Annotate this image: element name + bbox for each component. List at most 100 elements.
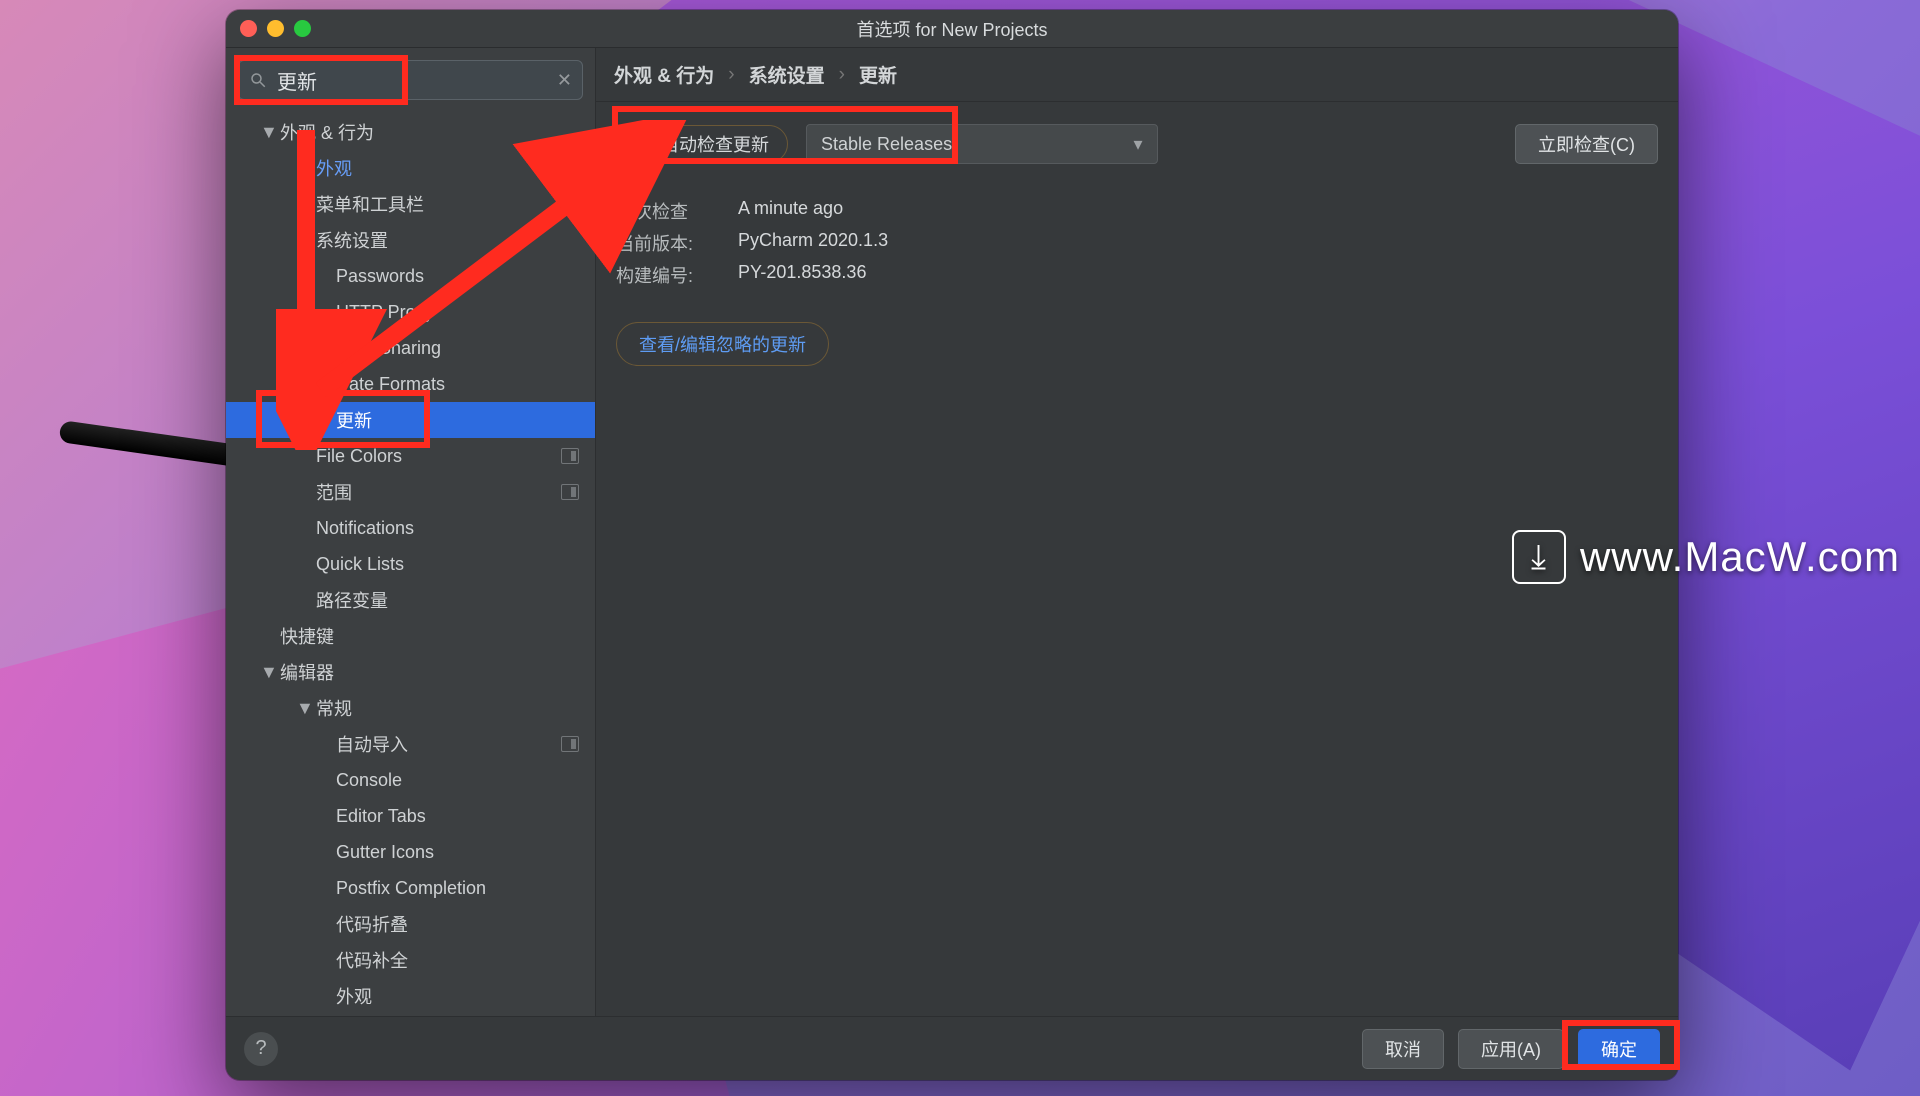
last-check-label: 上次检查 (616, 198, 714, 224)
sidebar-item-label: 系统设置 (316, 227, 388, 253)
sidebar-item[interactable]: ▶智能 Keys (226, 1014, 595, 1016)
sidebar-item-label: 常规 (316, 695, 352, 721)
sidebar-item[interactable]: ▼系统设置 (226, 222, 595, 258)
titlebar[interactable]: 首选项 for New Projects (226, 10, 1678, 48)
sidebar-item[interactable]: Quick Lists (226, 546, 595, 582)
settings-tree[interactable]: ▼外观 & 行为外观菜单和工具栏▼系统设置PasswordsHTTP Proxy… (226, 108, 595, 1016)
watermark-text: www.MacW.com (1580, 533, 1900, 581)
search-icon (249, 71, 267, 89)
build-value: PY-201.8538.36 (738, 262, 866, 288)
sidebar-item[interactable]: ▼编辑器 (226, 654, 595, 690)
sidebar-item-label: 代码补全 (336, 947, 408, 973)
sidebar-item-label: 菜单和工具栏 (316, 191, 424, 217)
sidebar-item[interactable]: 快捷键 (226, 618, 595, 654)
dropdown-value: Stable Releases (821, 134, 952, 155)
sidebar-item[interactable]: Data Sharing (226, 330, 595, 366)
sidebar-item[interactable]: Gutter Icons (226, 834, 595, 870)
tree-arrow-icon: ▼ (260, 662, 276, 683)
cancel-button[interactable]: 取消 (1362, 1029, 1444, 1069)
project-override-icon (561, 736, 579, 752)
auto-check-label: 自动检查更新 (661, 131, 769, 157)
minimize-window-button[interactable] (267, 20, 284, 37)
sidebar-item-label: Editor Tabs (336, 806, 426, 827)
search-field[interactable]: ✕ (238, 60, 583, 100)
sidebar-item[interactable]: Postfix Completion (226, 870, 595, 906)
tree-arrow-icon: ▼ (260, 122, 276, 143)
sidebar-item-label: 更新 (336, 407, 372, 433)
tree-arrow-icon: ▼ (296, 698, 312, 719)
sidebar-item-label: Data Sharing (336, 338, 441, 359)
sidebar-item-label: Console (336, 770, 402, 791)
sidebar-item[interactable]: 自动导入 (226, 726, 595, 762)
sidebar-item-label: 范围 (316, 479, 352, 505)
window-title: 首选项 for New Projects (856, 16, 1047, 42)
sidebar-item-label: 外观 & 行为 (280, 119, 374, 145)
sidebar-item-label: File Colors (316, 446, 402, 467)
check-now-button[interactable]: 立即检查(C) (1515, 124, 1658, 164)
zoom-window-button[interactable] (294, 20, 311, 37)
breadcrumb-sep: › (728, 64, 734, 86)
sidebar-item-label: Notifications (316, 518, 414, 539)
project-override-icon (561, 484, 579, 500)
sidebar-item[interactable]: 代码折叠 (226, 906, 595, 942)
auto-check-updates-checkbox[interactable]: 自动检查更新 (616, 125, 788, 163)
breadcrumb-sep: › (839, 64, 845, 86)
sidebar-item-label: 外观 (336, 983, 372, 1009)
current-version-label: 当前版本: (616, 230, 714, 256)
dialog-footer: ? 取消 应用(A) 确定 (226, 1016, 1678, 1080)
sidebar-item-label: Quick Lists (316, 554, 404, 575)
watermark: ⤓ www.MacW.com (1512, 530, 1900, 584)
update-channel-dropdown[interactable]: Stable Releases ▾ (806, 124, 1158, 164)
sidebar-item-label: 编辑器 (280, 659, 334, 685)
project-override-icon (561, 448, 579, 464)
traffic-lights (240, 20, 311, 37)
sidebar-item[interactable]: ▼常规 (226, 690, 595, 726)
current-version-value: PyCharm 2020.1.3 (738, 230, 888, 256)
sidebar-item-label: 外观 (316, 155, 352, 181)
sidebar-item-label: Date Formats (336, 374, 445, 395)
sidebar-item[interactable]: 范围 (226, 474, 595, 510)
sidebar-item-label: 自动导入 (336, 731, 408, 757)
sidebar-item[interactable]: Notifications (226, 510, 595, 546)
sidebar-item[interactable]: 更新 (226, 402, 595, 438)
view-ignored-updates-link[interactable]: 查看/编辑忽略的更新 (616, 322, 829, 366)
sidebar-item[interactable]: 菜单和工具栏 (226, 186, 595, 222)
clear-search-icon[interactable]: ✕ (557, 70, 572, 91)
check-now-label: 立即检查(C) (1538, 131, 1635, 157)
chevron-down-icon: ▾ (1133, 134, 1142, 155)
tree-arrow-icon: ▼ (296, 230, 312, 251)
sidebar-item[interactable]: 外观 (226, 150, 595, 186)
sidebar-item-label: Postfix Completion (336, 878, 486, 899)
sidebar-item[interactable]: ▼外观 & 行为 (226, 114, 595, 150)
sidebar-item[interactable]: Console (226, 762, 595, 798)
last-check-value: A minute ago (738, 198, 843, 224)
sidebar-item-label: HTTP Proxy (336, 302, 434, 323)
checkbox-icon (629, 134, 649, 154)
sidebar-item-label: Passwords (336, 266, 424, 287)
sidebar-item[interactable]: 外观 (226, 978, 595, 1014)
sidebar-item[interactable]: 路径变量 (226, 582, 595, 618)
sidebar-item-label: 路径变量 (316, 587, 388, 613)
sidebar-item[interactable]: File Colors (226, 438, 595, 474)
apply-button[interactable]: 应用(A) (1458, 1029, 1564, 1069)
build-label: 构建编号: (616, 262, 714, 288)
sidebar-item[interactable]: HTTP Proxy (226, 294, 595, 330)
sidebar-item-label: 快捷键 (280, 623, 334, 649)
sidebar: ✕ ▼外观 & 行为外观菜单和工具栏▼系统设置PasswordsHTTP Pro… (226, 48, 596, 1016)
breadcrumb-item[interactable]: 系统设置 (749, 61, 825, 88)
breadcrumb-item[interactable]: 更新 (859, 61, 897, 88)
sidebar-item[interactable]: Editor Tabs (226, 798, 595, 834)
sidebar-item[interactable]: Date Formats (226, 366, 595, 402)
sidebar-item-label: 代码折叠 (336, 911, 408, 937)
ok-button[interactable]: 确定 (1578, 1029, 1660, 1069)
breadcrumb: 外观 & 行为 › 系统设置 › 更新 (596, 48, 1678, 102)
breadcrumb-item[interactable]: 外观 & 行为 (614, 61, 714, 88)
update-info: 上次检查 A minute ago 当前版本: PyCharm 2020.1.3… (616, 198, 1658, 288)
search-input[interactable] (277, 69, 547, 92)
help-button[interactable]: ? (244, 1032, 278, 1066)
sidebar-item[interactable]: Passwords (226, 258, 595, 294)
close-window-button[interactable] (240, 20, 257, 37)
sidebar-item[interactable]: 代码补全 (226, 942, 595, 978)
watermark-icon: ⤓ (1512, 530, 1566, 584)
preferences-window: 首选项 for New Projects ✕ ▼外观 & 行为外观菜单和工具栏▼… (226, 10, 1678, 1080)
